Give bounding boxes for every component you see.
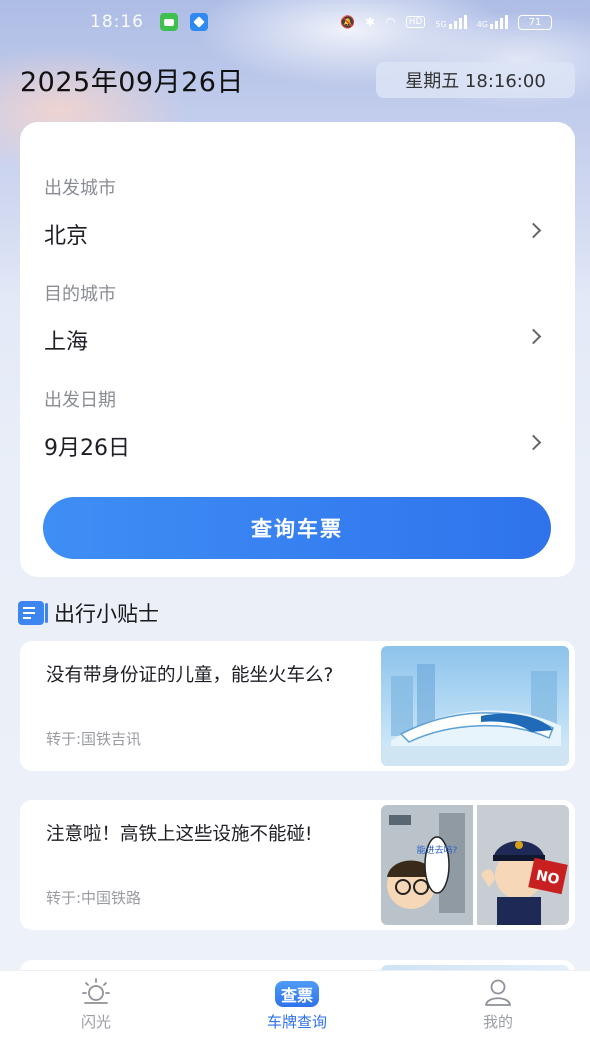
status-indicators: 🔕 ✱ ◠ HD 5G 4G 71 <box>340 14 552 30</box>
wifi-icon: ◠ <box>385 15 396 29</box>
signal-4g-label: 4G <box>476 20 488 29</box>
departure-city-field[interactable]: 北京 <box>20 206 575 254</box>
weekday-time-badge: 星期五 18:16:00 <box>376 62 575 98</box>
signal-icon <box>448 15 467 29</box>
signal-5g-label: 5G <box>435 20 447 29</box>
article-title: 没有带身份证的儿童，能坐火车么? <box>46 665 334 686</box>
tab-label: 我的 <box>482 1013 513 1031</box>
tab-ticket-query[interactable]: 查票 车牌查询 <box>237 977 357 1032</box>
article-card[interactable]: 没有带身份证的儿童，能坐火车么? 转于:国铁吉讯 <box>20 641 575 771</box>
tab-profile[interactable]: 我的 <box>438 977 558 1032</box>
departure-date-value: 9月26日 <box>44 436 130 461</box>
bluetooth-icon: ✱ <box>365 15 376 29</box>
ticket-icon: 查票 <box>275 981 319 1007</box>
list-icon <box>18 601 48 625</box>
app-notification-icon <box>190 13 208 31</box>
article-card[interactable]: 注意啦！高铁上这些设施不能碰! 转于:中国铁路 能进去吗? NO <box>20 800 575 930</box>
cartoon-warning-image: 能进去吗? NO <box>381 805 569 925</box>
departure-city-value: 北京 <box>44 224 89 249</box>
departure-date-field[interactable]: 9月26日 <box>20 418 575 466</box>
chevron-right-icon <box>525 222 542 239</box>
hd-badge: HD <box>405 16 426 28</box>
tab-flash[interactable]: 闪光 <box>36 977 156 1032</box>
user-icon <box>485 979 511 1006</box>
article-source: 转于:中国铁路 <box>46 889 142 907</box>
tab-label: 车牌查询 <box>266 1013 327 1031</box>
departure-date-label: 出发日期 <box>44 390 116 411</box>
message-app-icon <box>160 13 178 31</box>
tips-section-header: 出行小贴士 <box>18 598 159 628</box>
tab-label: 闪光 <box>80 1013 111 1031</box>
signal-icon-2 <box>490 15 508 29</box>
current-date: 2025年09月26日 <box>20 67 244 98</box>
article-title: 注意啦！高铁上这些设施不能碰! <box>46 824 313 845</box>
query-tickets-button[interactable]: 查询车票 <box>43 497 551 559</box>
signal-5g: 5G <box>435 15 467 29</box>
status-time: 18:16 <box>90 12 144 32</box>
departure-city-label: 出发城市 <box>44 178 116 199</box>
chevron-right-icon <box>525 328 542 345</box>
status-bar: 18:16 🔕 ✱ ◠ HD 5G 4G 71 <box>0 0 590 44</box>
tips-title: 出行小贴士 <box>54 602 159 626</box>
chevron-right-icon <box>525 434 542 451</box>
mute-icon: 🔕 <box>340 15 356 29</box>
bottom-tab-bar: 闪光 查票 车牌查询 我的 <box>0 970 590 1040</box>
ticket-search-card: 出发城市 北京 目的城市 上海 出发日期 9月26日 查询车票 <box>20 122 575 577</box>
sun-icon <box>82 978 110 1004</box>
destination-city-label: 目的城市 <box>44 284 116 305</box>
battery-icon: 71 <box>518 14 552 30</box>
destination-city-value: 上海 <box>44 330 89 355</box>
speech-bubble-text: 能进去吗? <box>417 844 458 856</box>
bullet-train-image <box>381 646 569 766</box>
signal-4g: 4G <box>477 15 508 29</box>
article-source: 转于:国铁吉讯 <box>46 730 142 748</box>
destination-city-field[interactable]: 上海 <box>20 312 575 360</box>
